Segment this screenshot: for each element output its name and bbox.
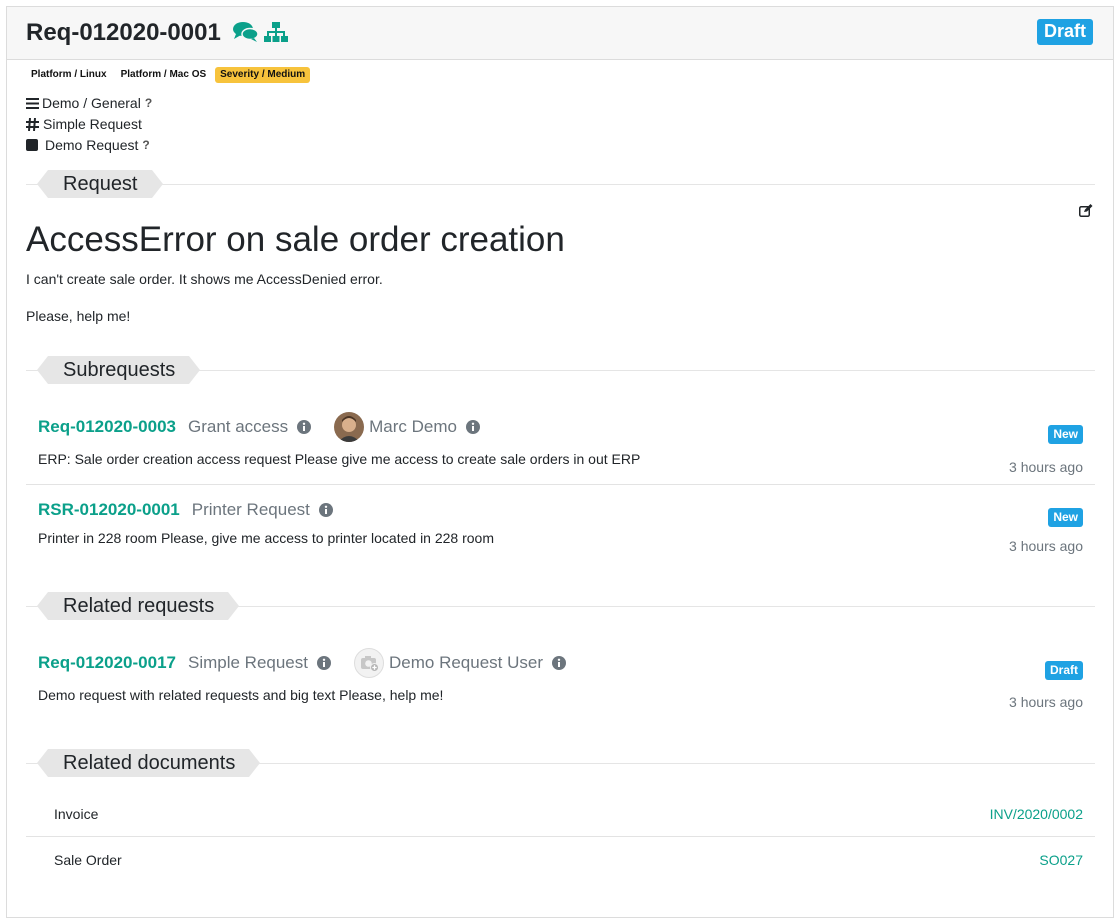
tag-platform-macos: Platform / Mac OS xyxy=(115,67,212,83)
request-text-line-2: Please, help me! xyxy=(26,308,131,324)
tag-severity-medium: Severity / Medium xyxy=(215,67,311,83)
subrequest-description: Printer in 228 room Please, give me acce… xyxy=(38,530,495,546)
info-circle-icon[interactable] xyxy=(466,420,480,434)
user-avatar xyxy=(334,412,365,442)
subrequest-ref-link[interactable]: Req-012020-0003 xyxy=(38,417,176,437)
section-related-documents-label: Related documents xyxy=(36,749,261,777)
tag-platform-linux: Platform / Linux xyxy=(26,67,112,83)
related-request-item[interactable]: Req-012020-0017 Simple Request Demo Requ… xyxy=(26,648,1095,718)
subrequest-user: Marc Demo xyxy=(369,417,457,436)
request-title: Req-012020-0001 xyxy=(26,19,221,46)
divider xyxy=(26,484,1095,485)
info-circle-icon[interactable] xyxy=(317,656,331,670)
section-subrequests: Subrequests xyxy=(26,356,1095,384)
related-request-state-badge: Draft xyxy=(1044,661,1083,680)
placeholder-avatar-icon xyxy=(354,648,384,678)
request-card: Req-012020-0001 Draft Platform / Linux P… xyxy=(6,6,1114,918)
square-icon xyxy=(26,139,38,151)
document-label: Sale Order xyxy=(54,852,122,868)
document-link[interactable]: SO027 xyxy=(1039,852,1083,868)
subrequest-type: Printer Request xyxy=(191,500,310,519)
edit-icon[interactable] xyxy=(1079,204,1093,220)
document-row: Sale Order SO027 xyxy=(26,836,1095,882)
subrequest-type: Grant access xyxy=(187,417,289,436)
subrequest-time: 3 hours ago xyxy=(1009,459,1083,475)
subrequest-item[interactable]: Req-012020-0003 Grant access Marc Demo E… xyxy=(26,412,1095,482)
request-category: Demo / General ? xyxy=(26,95,152,111)
kind-label: Demo Request xyxy=(45,137,139,153)
category-label: Demo / General xyxy=(42,95,141,111)
kind-help-icon[interactable]: ? xyxy=(142,138,149,152)
section-subrequests-label: Subrequests xyxy=(36,356,201,384)
request-subject: AccessError on sale order creation xyxy=(26,220,565,259)
subrequest-description: ERP: Sale order creation access request … xyxy=(38,451,641,467)
subrequest-ref-link[interactable]: RSR-012020-0001 xyxy=(38,500,180,520)
category-help-icon[interactable]: ? xyxy=(145,96,152,110)
document-link[interactable]: INV/2020/0002 xyxy=(990,806,1083,822)
info-circle-icon[interactable] xyxy=(318,503,333,517)
request-text-line-1: I can't create sale order. It shows me A… xyxy=(26,271,383,287)
bars-icon xyxy=(26,97,39,109)
section-related-documents: Related documents xyxy=(26,749,1095,777)
subrequest-item[interactable]: RSR-012020-0001 Printer Request Printer … xyxy=(26,500,1095,560)
related-request-description: Demo request with related requests and b… xyxy=(38,687,444,703)
sitemap-icon[interactable] xyxy=(264,22,288,47)
related-request-type: Simple Request xyxy=(187,653,308,672)
related-request-user: Demo Request User xyxy=(389,653,544,672)
section-related-requests: Related requests xyxy=(26,592,1095,620)
tag-list: Platform / Linux Platform / Mac OS Sever… xyxy=(26,67,311,83)
document-label: Invoice xyxy=(54,806,99,822)
related-request-time: 3 hours ago xyxy=(1009,694,1083,710)
section-related-requests-label: Related requests xyxy=(36,592,240,620)
card-header: Req-012020-0001 Draft xyxy=(7,7,1113,60)
subrequest-state-badge: New xyxy=(1048,508,1083,527)
type-label: Simple Request xyxy=(43,116,142,132)
request-kind: Demo Request ? xyxy=(26,137,150,153)
subrequest-time: 3 hours ago xyxy=(1009,538,1083,554)
document-row: Invoice INV/2020/0002 xyxy=(26,790,1095,836)
related-request-ref-link[interactable]: Req-012020-0017 xyxy=(38,653,176,673)
info-circle-icon[interactable] xyxy=(297,420,312,434)
state-badge: Draft xyxy=(1036,19,1093,45)
subrequest-state-badge: New xyxy=(1048,425,1083,444)
section-request-label: Request xyxy=(37,170,162,198)
hashtag-icon xyxy=(26,117,39,131)
request-type: Simple Request xyxy=(26,116,142,132)
comments-icon[interactable] xyxy=(232,21,260,46)
info-circle-icon[interactable] xyxy=(552,656,567,670)
section-request: Request xyxy=(26,170,1095,198)
